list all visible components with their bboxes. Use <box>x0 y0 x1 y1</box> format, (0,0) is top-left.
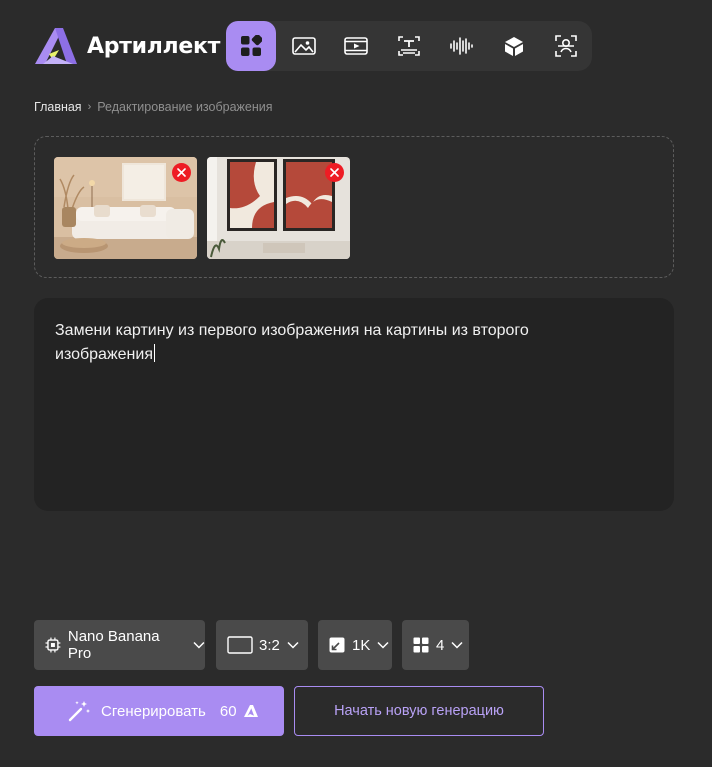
image-count-select[interactable]: 4 <box>402 620 469 670</box>
header: Артиллект <box>0 0 712 90</box>
tool-3d[interactable] <box>489 21 539 71</box>
generate-cost: 60 <box>219 702 237 720</box>
model-select-value: Nano Banana Pro <box>67 628 160 662</box>
image-icon <box>291 37 316 55</box>
text-caret <box>154 344 155 362</box>
close-icon <box>330 168 339 177</box>
uploaded-image-2[interactable] <box>207 157 350 259</box>
chevron-down-icon <box>377 641 389 649</box>
close-icon <box>177 168 186 177</box>
breadcrumb: Главная › Редактирование изображения <box>34 100 273 114</box>
brand-token-icon <box>243 705 258 717</box>
tool-apps[interactable] <box>226 21 276 71</box>
chevron-down-icon <box>287 641 299 649</box>
tool-video[interactable] <box>331 21 381 71</box>
text-recognition-icon <box>397 36 420 56</box>
face-scan-icon <box>555 35 577 57</box>
remove-image-1-button[interactable] <box>172 163 191 182</box>
aspect-ratio-select[interactable]: 3:2 <box>216 620 308 670</box>
new-generation-label: Начать новую генерацию <box>334 703 504 719</box>
chip-icon <box>45 637 61 653</box>
brand-logo[interactable]: Артиллект <box>33 26 220 66</box>
brand-logo-icon <box>35 28 77 64</box>
generate-button[interactable]: Сгенерировать 60 <box>34 686 284 736</box>
breadcrumb-current: Редактирование изображения <box>97 100 273 114</box>
prompt-text: Замени картину из первого изображения на… <box>55 319 615 367</box>
image-dropzone[interactable] <box>34 136 674 278</box>
video-icon <box>344 37 368 55</box>
prompt-textarea[interactable]: Замени картину из первого изображения на… <box>34 298 674 511</box>
remove-image-2-button[interactable] <box>325 163 344 182</box>
prompt-value: Замени картину из первого изображения на… <box>55 322 529 363</box>
resolution-value: 1K <box>352 636 371 654</box>
grid-icon <box>413 637 429 653</box>
tool-audio[interactable] <box>436 21 486 71</box>
tool-face-scan[interactable] <box>541 21 591 71</box>
audio-wave-icon <box>450 37 473 55</box>
new-generation-button[interactable]: Начать новую генерацию <box>294 686 544 736</box>
tool-text-recognition[interactable] <box>384 21 434 71</box>
resolution-select[interactable]: 1K <box>318 620 392 670</box>
magic-wand-icon <box>68 701 90 722</box>
model-select[interactable]: Nano Banana Pro <box>34 620 205 670</box>
tool-switcher <box>226 21 592 71</box>
uploaded-image-1[interactable] <box>54 157 197 259</box>
grid-apps-icon <box>241 35 262 56</box>
chevron-down-icon <box>193 641 205 649</box>
tool-image[interactable] <box>279 21 329 71</box>
resize-icon <box>329 637 345 653</box>
image-count-value: 4 <box>436 636 445 654</box>
generate-button-label: Сгенерировать <box>101 702 206 720</box>
chevron-down-icon <box>451 641 463 649</box>
3d-cube-icon <box>504 37 523 56</box>
breadcrumb-home-link[interactable]: Главная <box>34 100 82 114</box>
aspect-ratio-value: 3:2 <box>259 636 280 654</box>
brand-name: Артиллект <box>87 33 221 59</box>
rectangle-icon <box>227 636 253 654</box>
breadcrumb-separator: › <box>87 101 92 113</box>
